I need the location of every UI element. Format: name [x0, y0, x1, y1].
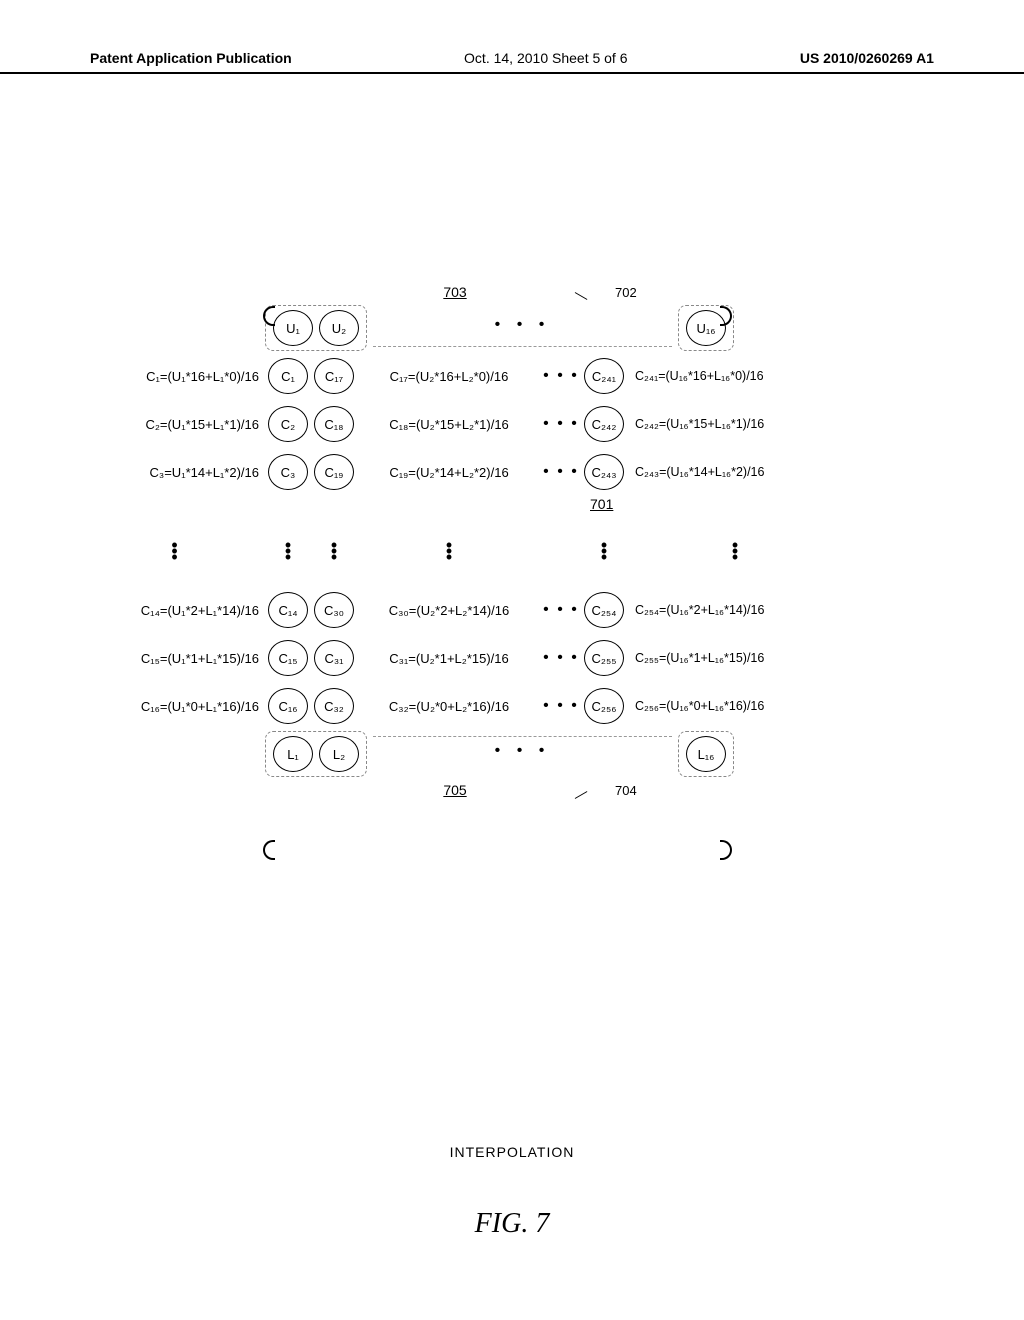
ref-701: 701	[590, 496, 613, 516]
row15-left: C₁₅=(U₁*1+L₁*15)/16	[90, 651, 265, 666]
c242: C₂₄₂	[584, 406, 624, 442]
vdots-1: •••	[90, 542, 265, 560]
c254: C₂₅₄	[584, 592, 624, 628]
ref-705: 705	[443, 782, 466, 798]
l16-bubble: L₁₆	[686, 736, 726, 772]
brace-bot-left	[263, 840, 275, 860]
l-group-left: L₁ L₂	[265, 731, 367, 777]
row2-hdots: • • •	[541, 415, 581, 433]
c241: C₂₄₁	[584, 358, 624, 394]
row1-hdots: • • •	[541, 367, 581, 385]
row3-left: C₃=U₁*14+L₁*2)/16	[90, 465, 265, 480]
ref-703: 703	[443, 284, 466, 300]
c1: C₁	[268, 358, 308, 394]
row3-mid: C₁₉=(U₂*14+L₂*2)/16	[357, 465, 541, 480]
vdots-4: •••	[357, 542, 541, 560]
c15: C₁₅	[268, 640, 308, 676]
vdots-5: •••	[581, 542, 627, 560]
row2-right: C₂₄₂=(U₁₆*15+L₁₆*1)/16	[627, 417, 835, 431]
u2-bubble: U₂	[319, 310, 359, 346]
l2-bubble: L₂	[319, 736, 359, 772]
row2-left: C₂=(U₁*15+L₁*1)/16	[90, 417, 265, 432]
c255: C₂₅₅	[584, 640, 624, 676]
page-header: Patent Application Publication Oct. 14, …	[0, 50, 1024, 74]
c3: C₃	[268, 454, 308, 490]
header-left: Patent Application Publication	[90, 50, 292, 66]
c14: C₁₄	[268, 592, 308, 628]
c32: C₃₂	[314, 688, 354, 724]
row3-hdots: • • •	[541, 463, 581, 481]
c256: C₂₅₆	[584, 688, 624, 724]
row15-right: C₂₅₅=(U₁₆*1+L₁₆*15)/16	[627, 651, 835, 665]
row16-mid: C₃₂=(U₂*0+L₂*16)/16	[357, 699, 541, 714]
row2-mid: C₁₈=(U₂*15+L₂*1)/16	[357, 417, 541, 432]
caption: INTERPOLATION	[0, 1144, 1024, 1160]
u1-bubble: U₁	[273, 310, 313, 346]
interpolation-diagram: 703 702 U₁ U₂ • • • U₁₆ C₁=(U₁*16+L₁*0)/…	[90, 280, 934, 802]
u-dots: • • •	[367, 316, 678, 334]
row16-right: C₂₅₆=(U₁₆*0+L₁₆*16)/16	[627, 699, 835, 713]
vdots-3: •••	[311, 542, 357, 560]
vdots-6: •••	[627, 542, 835, 560]
l-dots: • • •	[367, 742, 678, 760]
row14-left: C₁₄=(U₁*2+L₁*14)/16	[90, 603, 265, 618]
u-group-left: U₁ U₂	[265, 305, 367, 351]
row1-right: C₂₄₁=(U₁₆*16+L₁₆*0)/16	[627, 369, 835, 383]
c18: C₁₈	[314, 406, 354, 442]
row16-left: C₁₆=(U₁*0+L₁*16)/16	[90, 699, 265, 714]
row14-hdots: • • •	[541, 601, 581, 619]
figure-label: FIG. 7	[0, 1208, 1024, 1240]
c17: C₁₇	[314, 358, 354, 394]
c2: C₂	[268, 406, 308, 442]
vdots-2: •••	[265, 542, 311, 560]
row15-mid: C₃₁=(U₂*1+L₂*15)/16	[357, 651, 541, 666]
row3-right: C₂₄₃=(U₁₆*14+L₁₆*2)/16	[627, 465, 835, 479]
lower-row: L₁ L₂ • • • L₁₆	[90, 730, 934, 778]
brace-bot-right	[720, 840, 732, 860]
row1-mid: C₁₇=(U₂*16+L₂*0)/16	[357, 369, 541, 384]
row15-hdots: • • •	[541, 649, 581, 667]
row16-hdots: • • •	[541, 697, 581, 715]
c16: C₁₆	[268, 688, 308, 724]
l-group-right: L₁₆	[678, 731, 734, 777]
row14-right: C₂₅₄=(U₁₆*2+L₁₆*14)/16	[627, 603, 835, 617]
c30: C₃₀	[314, 592, 354, 628]
ref-702: 702	[615, 285, 637, 300]
c19: C₁₉	[314, 454, 354, 490]
header-mid: Oct. 14, 2010 Sheet 5 of 6	[464, 50, 627, 66]
row1-left: C₁=(U₁*16+L₁*0)/16	[90, 369, 265, 384]
c243: C₂₄₃	[584, 454, 624, 490]
ref-704: 704	[615, 783, 637, 798]
header-right: US 2010/0260269 A1	[800, 50, 934, 66]
c31: C₃₁	[314, 640, 354, 676]
l1-bubble: L₁	[273, 736, 313, 772]
row14-mid: C₃₀=(U₂*2+L₂*14)/16	[357, 603, 541, 618]
upper-row: U₁ U₂ • • • U₁₆	[90, 304, 934, 352]
